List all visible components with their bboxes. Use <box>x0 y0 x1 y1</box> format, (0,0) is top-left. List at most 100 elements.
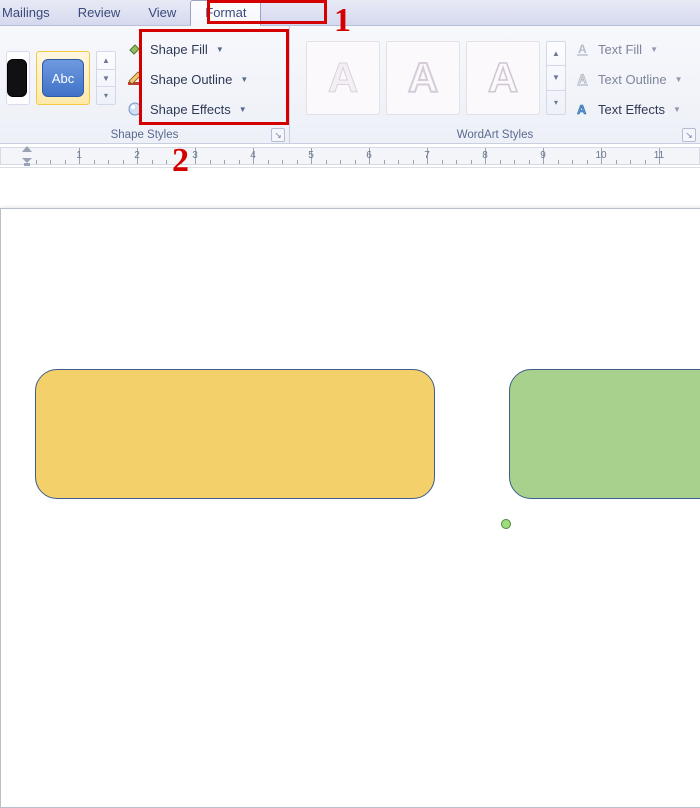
wordart-swatch-3[interactable]: A <box>466 41 540 115</box>
svg-text:A: A <box>578 72 587 86</box>
effects-icon <box>126 100 144 118</box>
rounded-rectangle-shape-2[interactable] <box>509 369 700 499</box>
ruler-minor-tick <box>558 160 559 164</box>
text-outline-label: Text Outline <box>598 72 667 87</box>
dialog-launcher-wordart[interactable]: ↘ <box>682 128 696 142</box>
wordart-gallery[interactable]: A A A ▲ ▼ ▾ <box>296 41 570 115</box>
ruler-number: 9 <box>540 150 546 161</box>
ruler-minor-tick <box>456 160 457 164</box>
ruler-number: 10 <box>595 150 606 161</box>
shape-style-swatch-1[interactable] <box>6 51 30 105</box>
menu-bar: Mailings Review View Format <box>0 0 700 26</box>
ruler-minor-tick <box>94 160 95 164</box>
text-style-menu: A Text Fill ▼ A Text Outline ▼ A Te <box>570 30 691 126</box>
ruler-minor-tick <box>340 160 341 164</box>
svg-text:A: A <box>577 102 587 117</box>
svg-text:A: A <box>408 54 438 101</box>
ruler-minor-tick <box>152 160 153 164</box>
ruler-minor-tick <box>529 160 530 164</box>
ruler-minor-tick <box>645 160 646 164</box>
text-fill-button[interactable]: A Text Fill ▼ <box>574 36 683 62</box>
ruler-number: 11 <box>654 150 664 161</box>
gallery-row-up-icon[interactable]: ▲ <box>97 52 115 70</box>
ruler-number: 6 <box>366 150 372 161</box>
wordart-gallery-more[interactable]: ▲ ▼ ▾ <box>546 41 566 115</box>
shape-outline-button[interactable]: Shape Outline ▼ <box>122 66 252 92</box>
dialog-launcher-shape-styles[interactable]: ↘ <box>271 128 285 142</box>
gallery-row-up-icon[interactable]: ▲ <box>547 42 565 66</box>
group-body-shape-styles: Abc ▲ ▼ ▾ Shape Fill ▼ <box>0 26 289 126</box>
group-label-wordart: WordArt Styles <box>457 129 533 141</box>
dropdown-icon: ▼ <box>673 105 681 114</box>
ruler-number: 2 <box>134 150 140 161</box>
rounded-rectangle-shape-1[interactable] <box>35 369 435 499</box>
text-fill-label: Text Fill <box>598 42 642 57</box>
group-shape-styles: Abc ▲ ▼ ▾ Shape Fill ▼ <box>0 26 290 143</box>
ruler-minor-tick <box>108 160 109 164</box>
shape-style-swatch-2[interactable]: Abc <box>36 51 90 105</box>
dropdown-icon: ▼ <box>239 105 247 114</box>
ruler-minor-tick <box>65 160 66 164</box>
tab-review[interactable]: Review <box>64 1 135 25</box>
ruler-minor-tick <box>166 160 167 164</box>
shape-outline-label: Shape Outline <box>150 72 232 87</box>
tab-mailings[interactable]: Mailings <box>2 1 64 25</box>
hanging-indent-marker[interactable] <box>22 158 32 166</box>
group-body-wordart: A A A ▲ ▼ ▾ A <box>290 26 700 126</box>
ruler-minor-tick <box>384 160 385 164</box>
svg-text:A: A <box>578 42 587 56</box>
ruler-minor-tick <box>297 160 298 164</box>
ruler-minor-tick <box>471 160 472 164</box>
ruler-minor-tick <box>326 160 327 164</box>
horizontal-ruler[interactable]: 1234567891011 <box>0 144 700 168</box>
ruler-minor-tick <box>224 160 225 164</box>
wordart-swatch-1[interactable]: A <box>306 41 380 115</box>
first-line-indent-marker[interactable] <box>22 146 32 152</box>
ruler-minor-tick <box>50 160 51 164</box>
ruler-minor-tick <box>210 160 211 164</box>
ruler-minor-tick <box>587 160 588 164</box>
ruler-minor-tick <box>36 160 37 164</box>
swatch-label: Abc <box>42 59 84 97</box>
ruler-minor-tick <box>282 160 283 164</box>
document-page[interactable] <box>0 208 700 808</box>
ruler-minor-tick <box>500 160 501 164</box>
ruler-minor-tick <box>123 160 124 164</box>
text-outline-icon: A <box>574 70 592 88</box>
dropdown-icon: ▼ <box>240 75 248 84</box>
dropdown-icon: ▼ <box>650 45 658 54</box>
ruler-minor-tick <box>181 160 182 164</box>
ruler-minor-tick <box>616 160 617 164</box>
group-label-shape-styles: Shape Styles <box>111 129 179 141</box>
gallery-row-down-icon[interactable]: ▼ <box>97 70 115 88</box>
tab-format[interactable]: Format <box>190 0 261 26</box>
dropdown-icon: ▼ <box>675 75 683 84</box>
ruler-number: 3 <box>192 150 198 161</box>
ruler-number: 8 <box>482 150 488 161</box>
text-effects-button[interactable]: A Text Effects ▼ <box>574 96 683 122</box>
ruler-minor-tick <box>398 160 399 164</box>
gallery-more-icon[interactable]: ▾ <box>547 91 565 114</box>
shape-fill-button[interactable]: Shape Fill ▼ <box>122 36 252 62</box>
shape-style-gallery[interactable]: Abc ▲ ▼ ▾ <box>6 51 116 105</box>
ruler-minor-tick <box>355 160 356 164</box>
group-footer-shape-styles: Shape Styles ↘ <box>0 126 289 143</box>
ruler-minor-tick <box>630 160 631 164</box>
text-fill-icon: A <box>574 40 592 58</box>
wordart-swatch-2[interactable]: A <box>386 41 460 115</box>
ruler-number: 1 <box>76 150 82 161</box>
gallery-more-icon[interactable]: ▾ <box>97 87 115 104</box>
shape-effects-label: Shape Effects <box>150 102 231 117</box>
shape-menu: Shape Fill ▼ Shape Outline ▼ Shape Effec… <box>116 30 260 126</box>
gallery-row-down-icon[interactable]: ▼ <box>547 66 565 90</box>
ruler-minor-tick <box>514 160 515 164</box>
pencil-outline-icon <box>126 70 144 88</box>
shape-style-gallery-more[interactable]: ▲ ▼ ▾ <box>96 51 116 105</box>
text-outline-button[interactable]: A Text Outline ▼ <box>574 66 683 92</box>
rotation-handle-icon[interactable] <box>501 519 511 529</box>
ruler-minor-tick <box>239 160 240 164</box>
text-effects-label: Text Effects <box>598 102 665 117</box>
tab-view[interactable]: View <box>134 1 190 25</box>
ruler-number: 7 <box>424 150 430 161</box>
shape-effects-button[interactable]: Shape Effects ▼ <box>122 96 252 122</box>
